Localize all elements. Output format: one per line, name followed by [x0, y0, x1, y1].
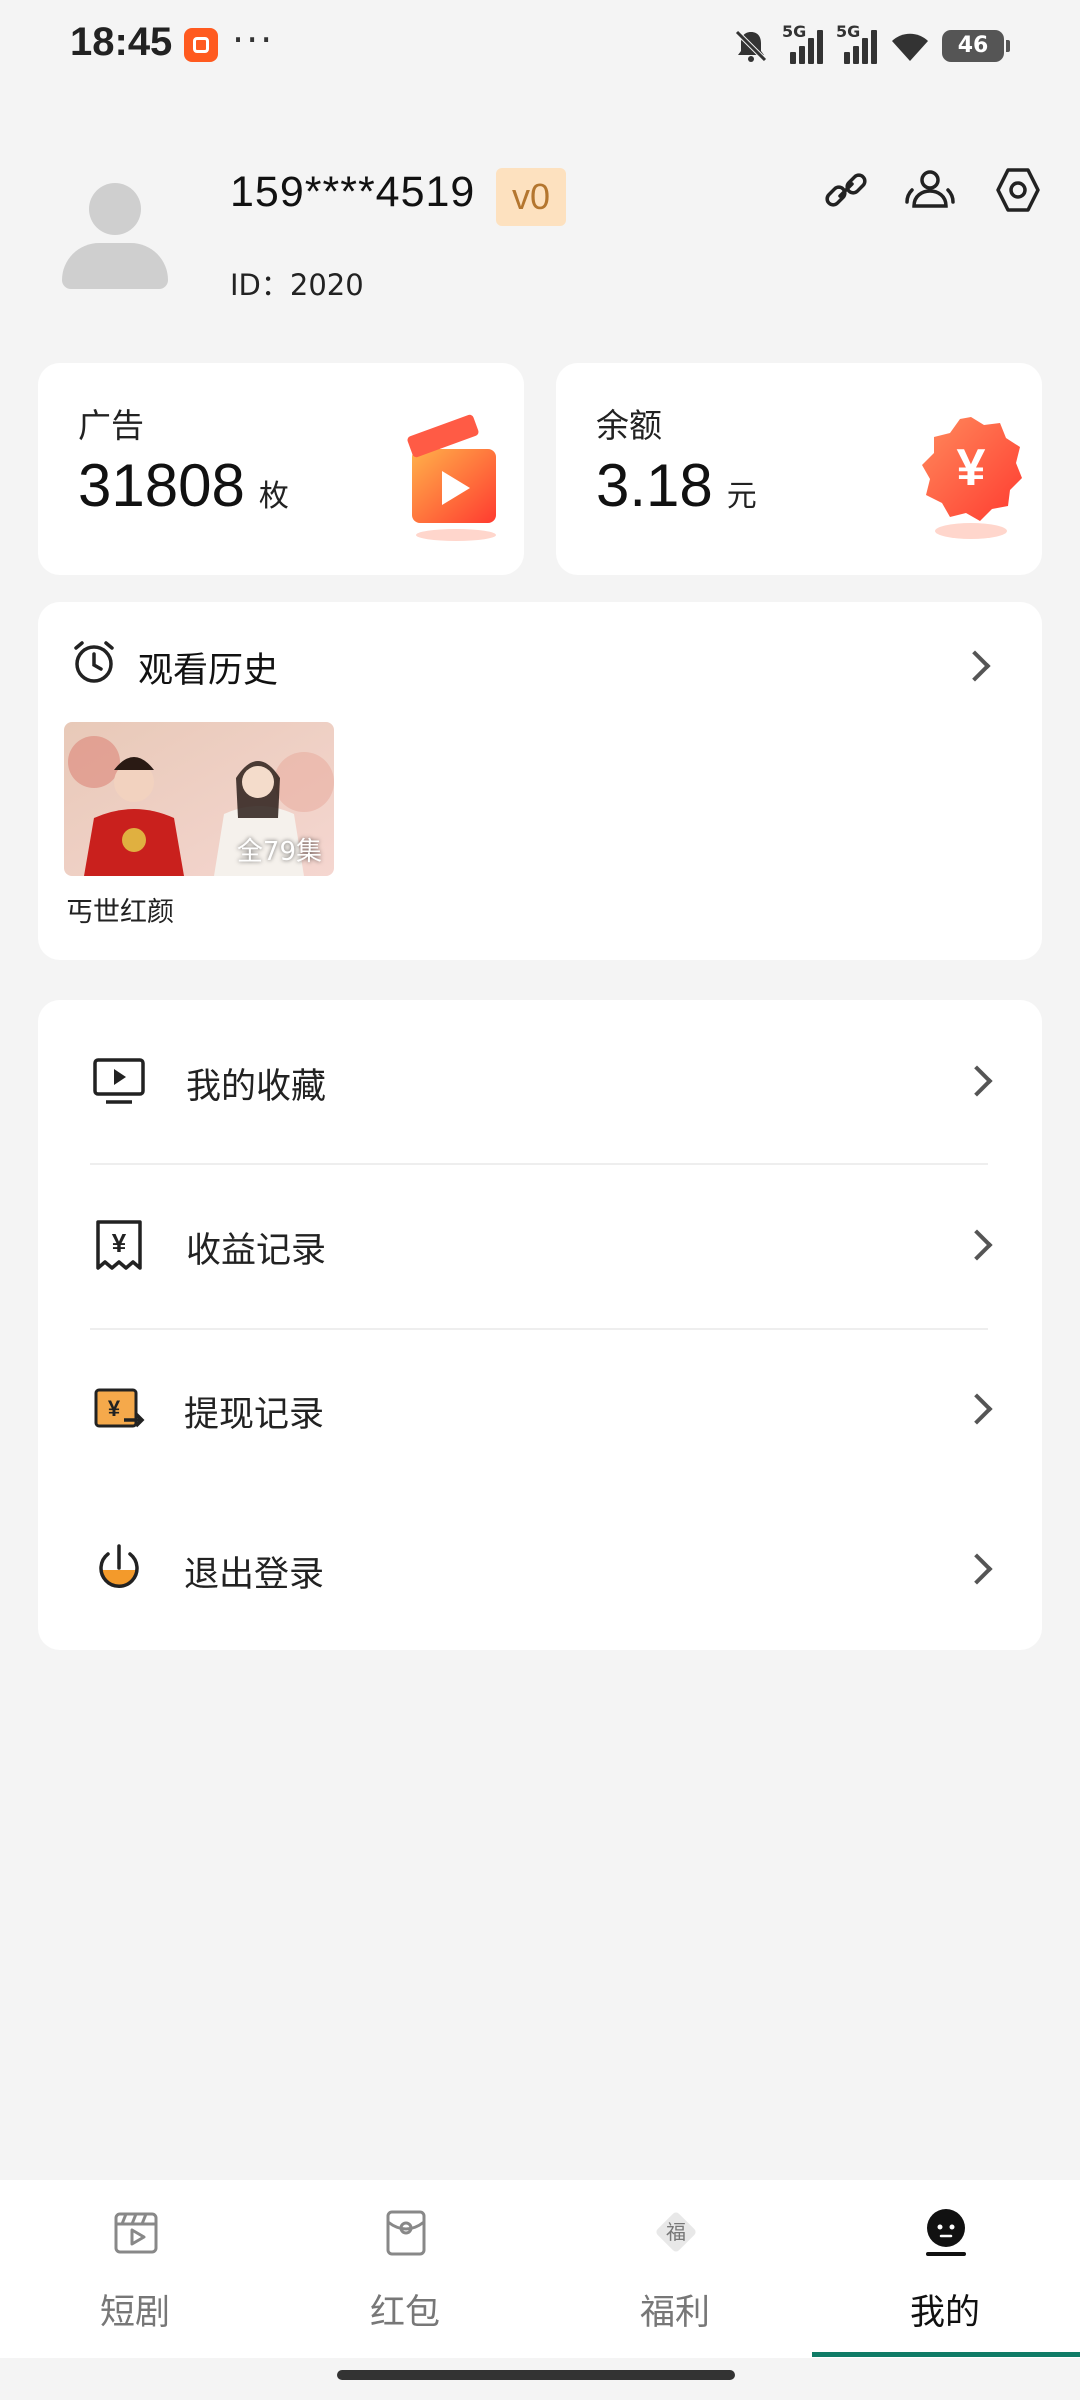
- nav-tab-red-envelope[interactable]: 红包: [270, 2180, 540, 2358]
- video-clapper-icon: [407, 414, 496, 541]
- tv-icon: [93, 1058, 145, 1104]
- settings-icon[interactable]: [992, 164, 1044, 216]
- drama-thumbnail[interactable]: 全79集: [64, 722, 334, 876]
- menu-label-withdrawals: 提现记录: [184, 1395, 325, 1435]
- menu-label-earnings: 收益记录: [186, 1231, 327, 1271]
- chevron-right-icon: [961, 1229, 993, 1261]
- nav-label-red-envelope: 红包: [369, 2293, 440, 2333]
- signal-5g-icon: 5G: [782, 22, 824, 64]
- menu-card: 我的收藏 ¥ 收益记录 ¥ 提现记录 退出登录: [38, 1000, 1042, 1650]
- link-icon[interactable]: [820, 164, 872, 216]
- signal-5g-icon-2: 5G: [836, 22, 878, 64]
- menu-item-withdrawals[interactable]: ¥ 提现记录: [38, 1330, 1040, 1490]
- bottom-nav: 短剧 红包 福 福利 我的: [0, 2180, 1080, 2358]
- svg-text:¥: ¥: [957, 439, 986, 497]
- nav-tab-mine[interactable]: 我的: [810, 2180, 1080, 2358]
- episode-count: 全79集: [236, 837, 322, 867]
- user-id: ID：2020: [230, 268, 364, 302]
- bell-muted-icon: [735, 30, 767, 62]
- menu-label-logout: 退出登录: [184, 1555, 325, 1595]
- wifi-icon: [892, 33, 928, 61]
- withdraw-icon: ¥: [94, 1388, 145, 1428]
- profile-face-icon: [926, 2209, 966, 2256]
- drama-title[interactable]: 丐世红颜: [66, 890, 174, 929]
- users-icon[interactable]: [904, 164, 956, 216]
- red-envelope-icon: [386, 2210, 426, 2256]
- clapper-icon: [114, 2212, 158, 2254]
- ads-label: 广告: [78, 406, 144, 445]
- balance-label: 余额: [596, 406, 662, 445]
- status-bar: 18:45 ··· 5G 5G 46: [0, 0, 1080, 90]
- power-icon: [99, 1544, 139, 1588]
- battery-icon: 46: [942, 30, 1010, 62]
- chevron-right-icon: [961, 1393, 993, 1425]
- balance-value: 3.18 元: [596, 452, 757, 519]
- nav-label-mine: 我的: [909, 2293, 980, 2333]
- alarm-clock-icon: [74, 641, 114, 683]
- divider: [90, 1163, 988, 1165]
- menu-item-favorites[interactable]: 我的收藏: [38, 1002, 1040, 1162]
- balance-card[interactable]: 余额 3.18 元 ¥: [556, 363, 1042, 575]
- ads-value: 31808 枚: [78, 452, 289, 519]
- nav-label-drama: 短剧: [99, 2293, 170, 2333]
- status-time: 18:45: [70, 20, 173, 64]
- nav-tab-welfare[interactable]: 福 福利: [540, 2180, 810, 2358]
- app-notification-icon: [184, 28, 218, 62]
- active-tab-indicator: [812, 2352, 1080, 2357]
- yen-coin-icon: ¥: [922, 417, 1022, 539]
- avatar[interactable]: [62, 175, 168, 289]
- chevron-right-icon: [961, 1553, 993, 1585]
- menu-label-favorites: 我的收藏: [186, 1067, 327, 1107]
- nav-label-welfare: 福利: [639, 2293, 710, 2333]
- receipt-yen-icon: ¥: [96, 1220, 142, 1270]
- ads-card[interactable]: 广告 31808 枚: [38, 363, 524, 575]
- menu-item-earnings[interactable]: ¥ 收益记录: [38, 1166, 1040, 1326]
- more-notifications-icon: ···: [232, 18, 275, 62]
- history-chevron-icon[interactable]: [959, 650, 991, 682]
- fu-diamond-icon: 福: [656, 2212, 696, 2252]
- nav-tab-drama[interactable]: 短剧: [0, 2180, 270, 2358]
- watch-history-card: 观看历史 全79集 丐世红颜: [38, 602, 1042, 960]
- svg-text:¥: ¥: [108, 1396, 121, 1421]
- user-phone: 159****4519: [230, 168, 476, 216]
- menu-item-logout[interactable]: 退出登录: [38, 1490, 1040, 1650]
- svg-text:福: 福: [666, 2220, 686, 2244]
- home-indicator[interactable]: [337, 2370, 735, 2380]
- watch-history-title: 观看历史: [138, 651, 279, 691]
- vip-badge[interactable]: v0: [496, 168, 566, 226]
- chevron-right-icon: [961, 1065, 993, 1097]
- svg-text:¥: ¥: [112, 1228, 127, 1258]
